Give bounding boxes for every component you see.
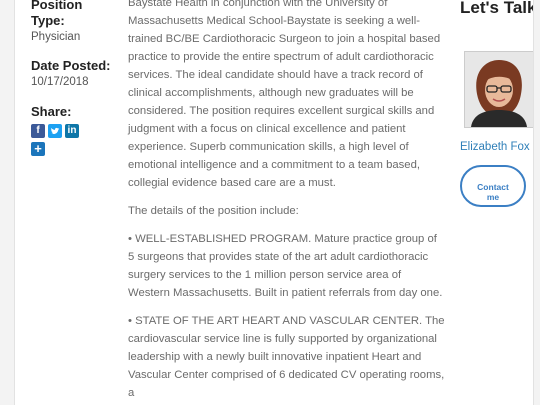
details-heading: The details of the position include: — [128, 205, 299, 217]
contact-me-button[interactable]: Contact me — [460, 165, 526, 207]
recruiter-photo — [464, 51, 533, 128]
share-buttons: f in — [31, 124, 116, 138]
lets-talk-title: Let's Talk — [460, 0, 534, 17]
linkedin-icon[interactable]: in — [65, 124, 79, 138]
position-type-value: Physician — [31, 31, 81, 43]
twitter-icon[interactable] — [48, 124, 62, 138]
date-posted-value: 10/17/2018 — [31, 76, 89, 88]
detail-bullet-2: • STATE OF THE ART HEART AND VASCULAR CE… — [128, 315, 445, 399]
job-description: Baystate Health in conjunction with the … — [128, 0, 446, 405]
job-meta-sidebar: Position Type: Physician Date Posted: 10… — [31, 0, 116, 156]
position-type-label: Position Type: — [31, 0, 83, 28]
date-posted-label: Date Posted: — [31, 58, 111, 73]
job-posting-page: Position Type: Physician Date Posted: 10… — [14, 0, 534, 405]
share-label: Share: — [31, 104, 72, 119]
job-intro-paragraph: Baystate Health in conjunction with the … — [128, 0, 441, 189]
detail-bullet-1: • WELL-ESTABLISHED PROGRAM. Mature pract… — [128, 233, 443, 299]
twitter-bird-icon — [51, 127, 60, 135]
recruiter-portrait-image — [465, 52, 533, 127]
add-icon[interactable]: + — [31, 142, 45, 156]
recruiter-name-link[interactable]: Elizabeth Fox — [460, 141, 530, 153]
facebook-icon[interactable]: f — [31, 124, 45, 138]
contact-panel: Let's Talk Elizabeth Fox Contact me — [460, 0, 534, 207]
